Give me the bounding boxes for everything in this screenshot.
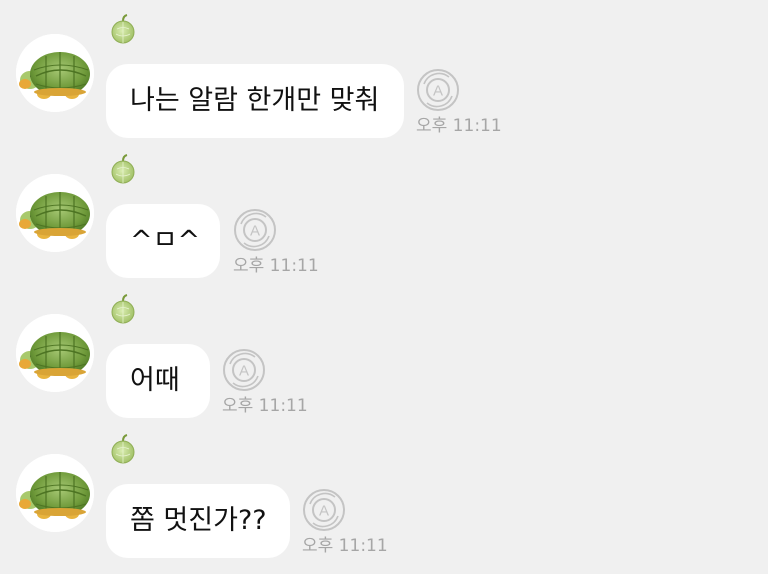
message-bubble[interactable]: 어때 [106,344,210,418]
message-bubble[interactable]: ^ㅁ^ [106,204,220,278]
auto-translate-icon[interactable] [302,488,346,532]
message-meta: 오후 11:11 [233,204,343,278]
message-row: 나는 알람 한개만 맞춰 오후 11:11 [0,14,768,154]
message-bubble[interactable]: 나는 알람 한개만 맞춰 [106,64,404,138]
message-row: 쫌 멋진가?? 오후 11:11 [0,434,768,574]
message-row: 어때 오후 11:11 [0,294,768,434]
turtle-avatar-icon[interactable] [16,34,94,112]
melon-icon [110,14,136,44]
message-meta: 오후 11:11 [222,344,332,418]
message-meta: 오후 11:11 [416,64,526,138]
auto-translate-icon[interactable] [416,68,460,112]
auto-translate-icon[interactable] [222,348,266,392]
message-time: 오후 11:11 [222,396,308,416]
message-meta: 오후 11:11 [302,484,412,558]
melon-icon [110,294,136,324]
message-time: 오후 11:11 [233,256,319,276]
auto-translate-icon[interactable] [233,208,277,252]
turtle-avatar-icon[interactable] [16,174,94,252]
message-time: 오후 11:11 [302,536,388,556]
turtle-avatar-icon[interactable] [16,454,94,532]
turtle-avatar-icon[interactable] [16,314,94,392]
message-bubble[interactable]: 쫌 멋진가?? [106,484,290,558]
melon-icon [110,154,136,184]
message-row: ^ㅁ^ 오후 11:11 [0,154,768,294]
melon-icon [110,434,136,464]
message-time: 오후 11:11 [416,116,502,136]
